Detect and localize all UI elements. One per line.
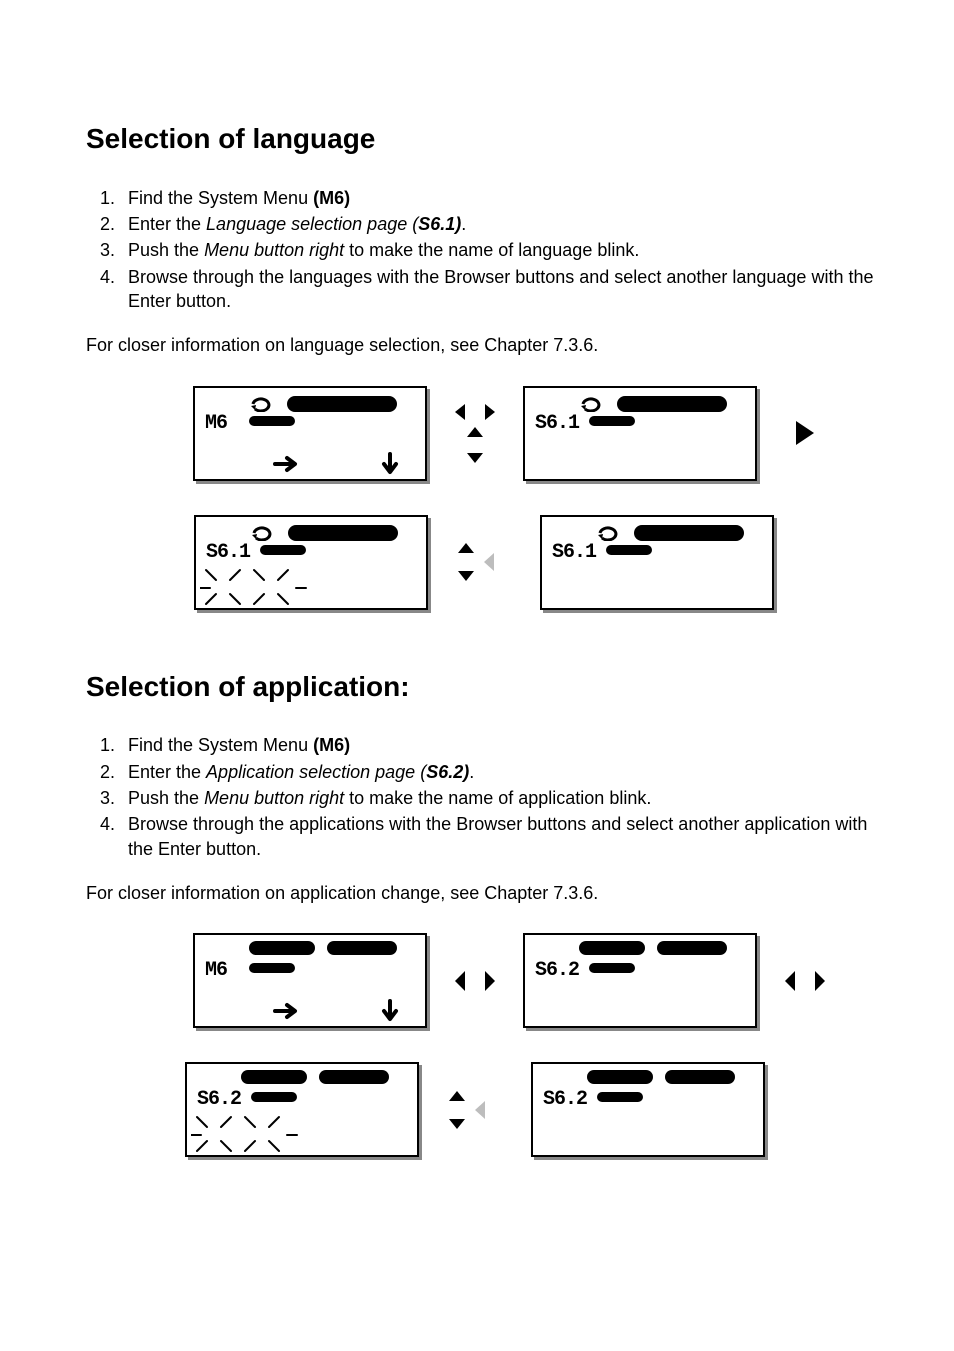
redaction-bar (260, 545, 306, 555)
step-text: Find the System Menu (128, 735, 313, 755)
step-ibold: S6.2) (426, 762, 469, 782)
note-application: For closer information on application ch… (86, 881, 874, 905)
redaction-pill (241, 1070, 407, 1084)
redaction-bar (589, 963, 635, 973)
redaction-bar (606, 545, 652, 555)
steps-language: Find the System Menu (M6) Enter the Lang… (86, 186, 874, 313)
step-text: Push the (128, 788, 204, 808)
arrow-right-icon (273, 454, 301, 474)
redaction-bar (249, 416, 295, 426)
step-bold: (M6) (313, 735, 350, 755)
list-item: Enter the Language selection page (S6.1)… (120, 212, 874, 236)
figure-row: M6 S6.1 (193, 386, 827, 481)
step-text: Push the (128, 240, 204, 260)
arrow-right-icon (783, 386, 827, 481)
figure-application: M6 S6.2 (146, 933, 874, 1157)
list-item: Browse through the languages with the Br… (120, 265, 874, 314)
step-ital: Menu button right (204, 788, 344, 808)
list-item: Find the System Menu (M6) (120, 186, 874, 210)
step-text: Browse through the applications with the… (128, 814, 867, 858)
step-text: Enter the (128, 762, 206, 782)
step-text: Browse through the languages with the Br… (128, 267, 873, 311)
page: Selection of language Find the System Me… (0, 0, 954, 1351)
lcd-panel: S6.2 (185, 1062, 419, 1157)
redaction-pill (287, 396, 397, 412)
enter-arrows-icon (454, 515, 514, 610)
lcd-code: M6 (205, 957, 227, 984)
note-language: For closer information on language selec… (86, 333, 874, 357)
redaction-pill (249, 941, 415, 955)
blink-marks-icon (191, 1113, 305, 1153)
figure-row: S6.1 (194, 515, 826, 610)
arrow-right-icon (273, 1001, 301, 1021)
loop-icon (249, 394, 273, 412)
loop-icon (579, 394, 603, 412)
heading-application: Selection of application: (86, 668, 874, 706)
step-text: Enter the (128, 214, 206, 234)
redaction-pill (579, 941, 745, 955)
step-ital: Application selection page ( (206, 762, 426, 782)
list-item: Push the Menu button right to make the n… (120, 238, 874, 262)
nav-arrows-icon (453, 933, 497, 1028)
lcd-panel: S6.2 (531, 1062, 765, 1157)
loop-icon (596, 523, 620, 541)
figure-row: S6.2 (185, 1062, 835, 1157)
redaction-pill (288, 525, 398, 541)
lcd-code: S6.1 (535, 410, 579, 437)
figure-language: M6 S6.1 (146, 386, 874, 610)
step-ibold: S6.1) (418, 214, 461, 234)
lcd-code: S6.1 (552, 539, 596, 566)
lcd-code: S6.1 (206, 539, 250, 566)
redaction-bar (589, 416, 635, 426)
nav-arrows-icon (453, 386, 497, 481)
redaction-bar (251, 1092, 297, 1102)
lcd-code: S6.2 (543, 1086, 587, 1113)
list-item: Browse through the applications with the… (120, 812, 874, 861)
list-item: Push the Menu button right to make the n… (120, 786, 874, 810)
lcd-code: S6.2 (197, 1086, 241, 1113)
lcd-panel: S6.2 (523, 933, 757, 1028)
lcd-panel: S6.1 (523, 386, 757, 481)
redaction-bar (597, 1092, 643, 1102)
step-text: . (469, 762, 474, 782)
step-text: to make the name of application blink. (344, 788, 651, 808)
list-item: Enter the Application selection page (S6… (120, 760, 874, 784)
step-ital: Menu button right (204, 240, 344, 260)
lcd-code: M6 (205, 410, 227, 437)
redaction-pill (587, 1070, 753, 1084)
list-item: Find the System Menu (M6) (120, 733, 874, 757)
step-bold: (M6) (313, 188, 350, 208)
lcd-panel: S6.1 (194, 515, 428, 610)
enter-arrows-icon (445, 1062, 505, 1157)
redaction-pill (617, 396, 727, 412)
redaction-pill (634, 525, 744, 541)
heading-language: Selection of language (86, 120, 874, 158)
step-text: to make the name of language blink. (344, 240, 639, 260)
step-ital: Language selection page ( (206, 214, 418, 234)
step-text: Find the System Menu (128, 188, 313, 208)
lcd-panel: M6 (193, 386, 427, 481)
lcd-panel: S6.1 (540, 515, 774, 610)
steps-application: Find the System Menu (M6) Enter the Appl… (86, 733, 874, 860)
loop-icon (250, 523, 274, 541)
lcd-panel: M6 (193, 933, 427, 1028)
redaction-bar (249, 963, 295, 973)
lcd-code: S6.2 (535, 957, 579, 984)
arrow-down-icon (381, 452, 399, 476)
arrow-down-icon (381, 999, 399, 1023)
figure-row: M6 S6.2 (193, 933, 827, 1028)
blink-marks-icon (200, 566, 314, 606)
step-text: . (461, 214, 466, 234)
nav-arrows-icon (783, 933, 827, 1028)
